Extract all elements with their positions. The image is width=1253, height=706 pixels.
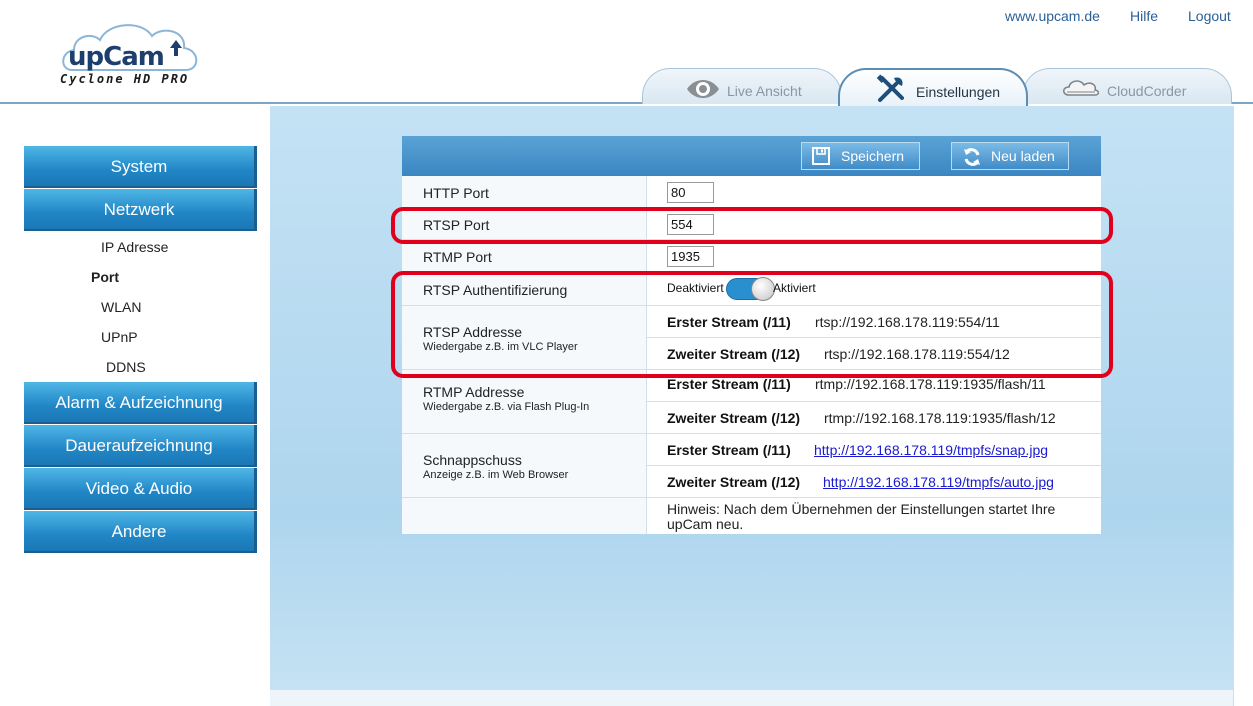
rtmp-port-input[interactable] [667,246,714,267]
tab-settings[interactable]: Einstellungen [838,68,1028,106]
http-port-input[interactable] [667,182,714,203]
snapshot-label: Schnappschuss [423,452,522,468]
row-rtmp-port: RTMP Port [402,240,1101,272]
snapshot-second-name: Zweiter Stream (/12) [667,474,801,490]
row-rtmp-address: RTMP Addresse Wiedergabe z.B. via Flash … [402,370,1101,434]
snapshot-first-name: Erster Stream (/11) [667,442,791,458]
header: upCam Cyclone HD PRO www.upcam.de Hilfe … [0,0,1253,106]
snapshot-second-stream: Zweiter Stream (/12) http://192.168.178.… [647,466,1101,498]
row-http-port: HTTP Port [402,176,1101,208]
rtmp-address-label-cell: RTMP Addresse Wiedergabe z.B. via Flash … [402,370,647,433]
logout-link[interactable]: Logout [1188,8,1231,24]
subnav-ddns[interactable]: DDNS [106,359,146,375]
sidebar-item-system[interactable]: System [24,146,257,188]
subnav-wlan[interactable]: WLAN [101,299,141,315]
cloud-icon [1061,77,1101,102]
help-link[interactable]: Hilfe [1130,8,1158,24]
sidebar-item-continuous-recording[interactable]: Daueraufzeichnung [24,425,257,467]
snapshot-first-link[interactable]: http://192.168.178.119/tmpfs/snap.jpg [814,442,1048,458]
website-link[interactable]: www.upcam.de [1005,8,1100,24]
http-port-label: HTTP Port [423,185,489,201]
refresh-icon [962,147,982,175]
sidebar-item-video-audio[interactable]: Video & Audio [24,468,257,510]
save-label: Speichern [841,148,905,164]
right-margin [1233,106,1253,706]
rtmp-first-url: rtmp://192.168.178.119:1935/flash/11 [815,376,1046,392]
rtmp-second-url: rtmp://192.168.178.119:1935/flash/12 [824,410,1056,426]
subnav-ip-address[interactable]: IP Adresse [101,239,168,255]
logo-model: Cyclone HD PRO [60,72,190,86]
sidebar: System Netzwerk IP Adresse Port WLAN UPn… [0,106,270,706]
save-button[interactable]: Speichern [801,142,920,170]
highlight-rtsp-port [391,207,1113,244]
reload-label: Neu laden [991,148,1055,164]
rtmp-second-stream: Zweiter Stream (/12) rtmp://192.168.178.… [647,402,1101,434]
sidebar-item-alarm[interactable]: Alarm & Aufzeichnung [24,382,257,424]
sidebar-item-network[interactable]: Netzwerk [24,189,257,231]
rtmp-second-name: Zweiter Stream (/12) [667,410,801,426]
rtmp-port-label-cell: RTMP Port [402,240,647,271]
tab-live-label: Live Ansicht [727,83,802,99]
http-port-label-cell: HTTP Port [402,176,647,207]
row-hint: Hinweis: Nach dem Übernehmen der Einstel… [402,498,1101,534]
tab-cloud-label: CloudCorder [1107,83,1187,99]
toolbar: Speichern Neu laden [402,136,1101,176]
sidebar-item-other[interactable]: Andere [24,511,257,553]
floppy-disk-icon [812,147,830,173]
snapshot-second-link[interactable]: http://192.168.178.119/tmpfs/auto.jpg [823,474,1054,490]
subnav-upnp[interactable]: UPnP [101,329,138,345]
upcam-logo[interactable]: upCam Cyclone HD PRO [58,18,203,90]
tab-live-view[interactable]: Live Ansicht [642,68,842,104]
rtmp-port-label: RTMP Port [423,249,492,265]
rtmp-first-name: Erster Stream (/11) [667,376,791,392]
rtmp-address-sub: Wiedergabe z.B. via Flash Plug-In [423,401,590,413]
snapshot-sub: Anzeige z.B. im Web Browser [423,469,569,481]
snapshot-first-stream: Erster Stream (/11) http://192.168.178.1… [647,434,1101,466]
row-snapshot: Schnappschuss Anzeige z.B. im Web Browse… [402,434,1101,498]
bottom-margin [270,690,1233,706]
rtmp-address-label: RTMP Addresse [423,384,525,400]
restart-hint: Hinweis: Nach dem Übernehmen der Einstel… [667,501,1056,532]
tools-icon [876,74,906,107]
tab-settings-label: Einstellungen [916,84,1001,100]
highlight-rtsp-auth [391,271,1113,378]
hint-label-cell [402,498,647,534]
subnav-port[interactable]: Port [91,269,119,285]
reload-button[interactable]: Neu laden [951,142,1069,170]
logo-brand: upCam [68,42,165,72]
eye-icon [685,77,721,104]
tab-cloudcorder[interactable]: CloudCorder [1022,68,1232,104]
snapshot-label-cell: Schnappschuss Anzeige z.B. im Web Browse… [402,434,647,497]
